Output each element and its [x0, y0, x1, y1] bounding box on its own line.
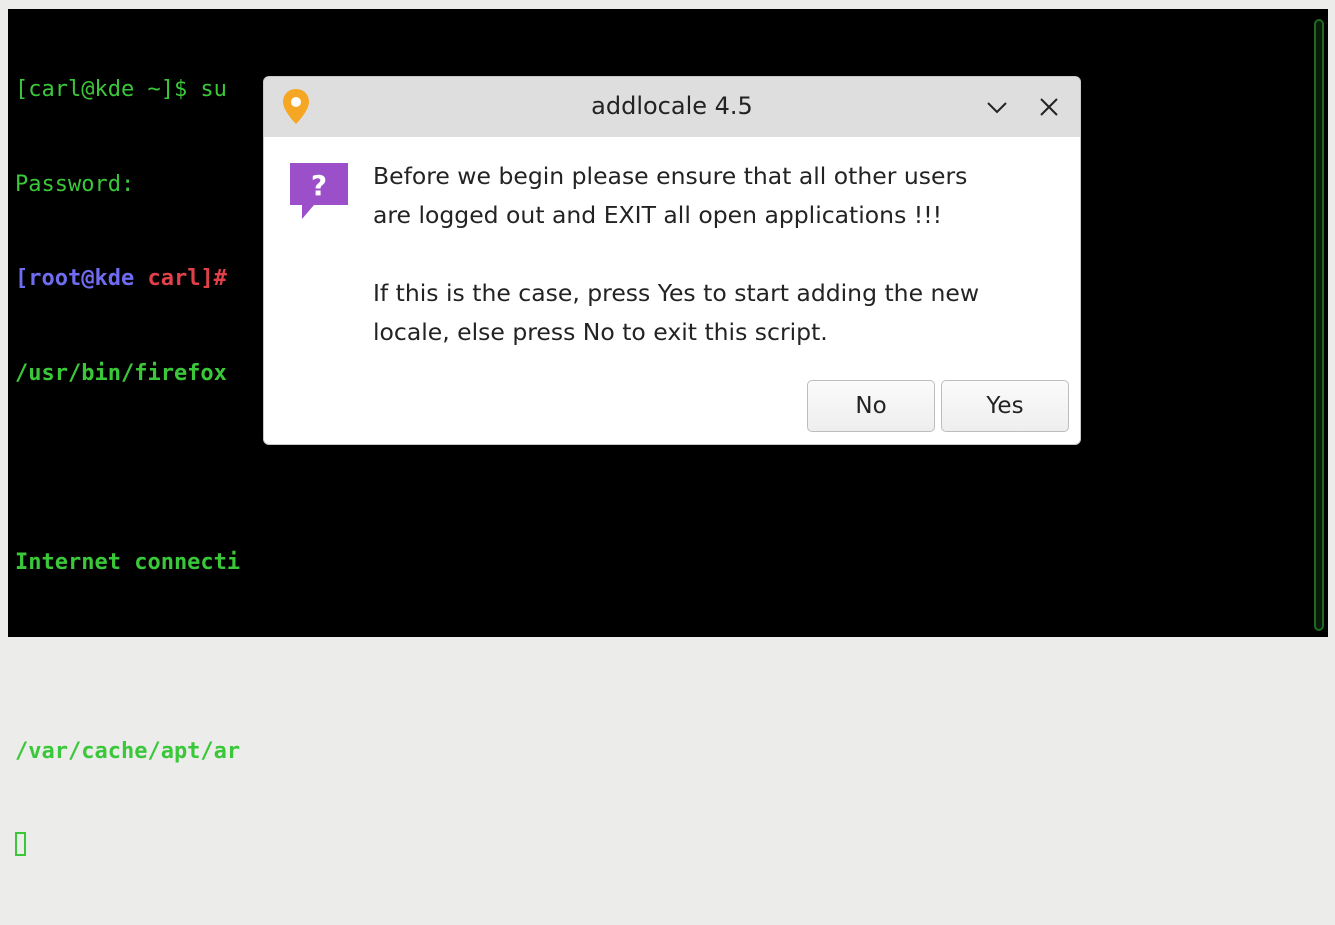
terminal-text: Internet connecti [15, 549, 241, 575]
message-line: If this is the case, press Yes to start … [373, 279, 980, 307]
svg-text:?: ? [311, 169, 327, 202]
terminal-text: /usr/bin/firefox [15, 360, 227, 386]
prompt-user: [root@kde [15, 266, 148, 291]
terminal-line: /var/cache/apt/ar [15, 736, 1305, 768]
minimize-button[interactable] [983, 93, 1011, 121]
no-button[interactable]: No [807, 380, 935, 432]
close-icon [1040, 98, 1058, 116]
terminal-text: Password: [15, 171, 135, 197]
terminal-scrollbar[interactable] [1314, 19, 1324, 631]
terminal-text: [carl@kde ~]$ su [15, 77, 227, 102]
question-speech-bubble-icon: ? [288, 161, 350, 223]
yes-button[interactable]: Yes [941, 380, 1069, 432]
chevron-down-icon [987, 102, 1007, 114]
terminal-line: Internet connecti [15, 547, 1305, 579]
dialog-title: addlocale 4.5 [591, 92, 753, 120]
close-button[interactable] [1035, 93, 1063, 121]
dialog-titlebar[interactable]: addlocale 4.5 [264, 77, 1080, 137]
message-line: Before we begin please ensure that all o… [373, 162, 968, 190]
dialog-message: Before we begin please ensure that all o… [373, 157, 1063, 352]
message-line: are logged out and EXIT all open applica… [373, 201, 943, 229]
terminal-line [15, 830, 1305, 862]
terminal-cursor [15, 832, 26, 856]
question-dialog: addlocale 4.5 ? Before we begin please e… [264, 77, 1080, 444]
terminal-text: /var/cache/apt/ar [15, 738, 241, 764]
message-line: locale, else press No to exit this scrip… [373, 318, 828, 346]
prompt-dir: carl]# [147, 266, 227, 291]
